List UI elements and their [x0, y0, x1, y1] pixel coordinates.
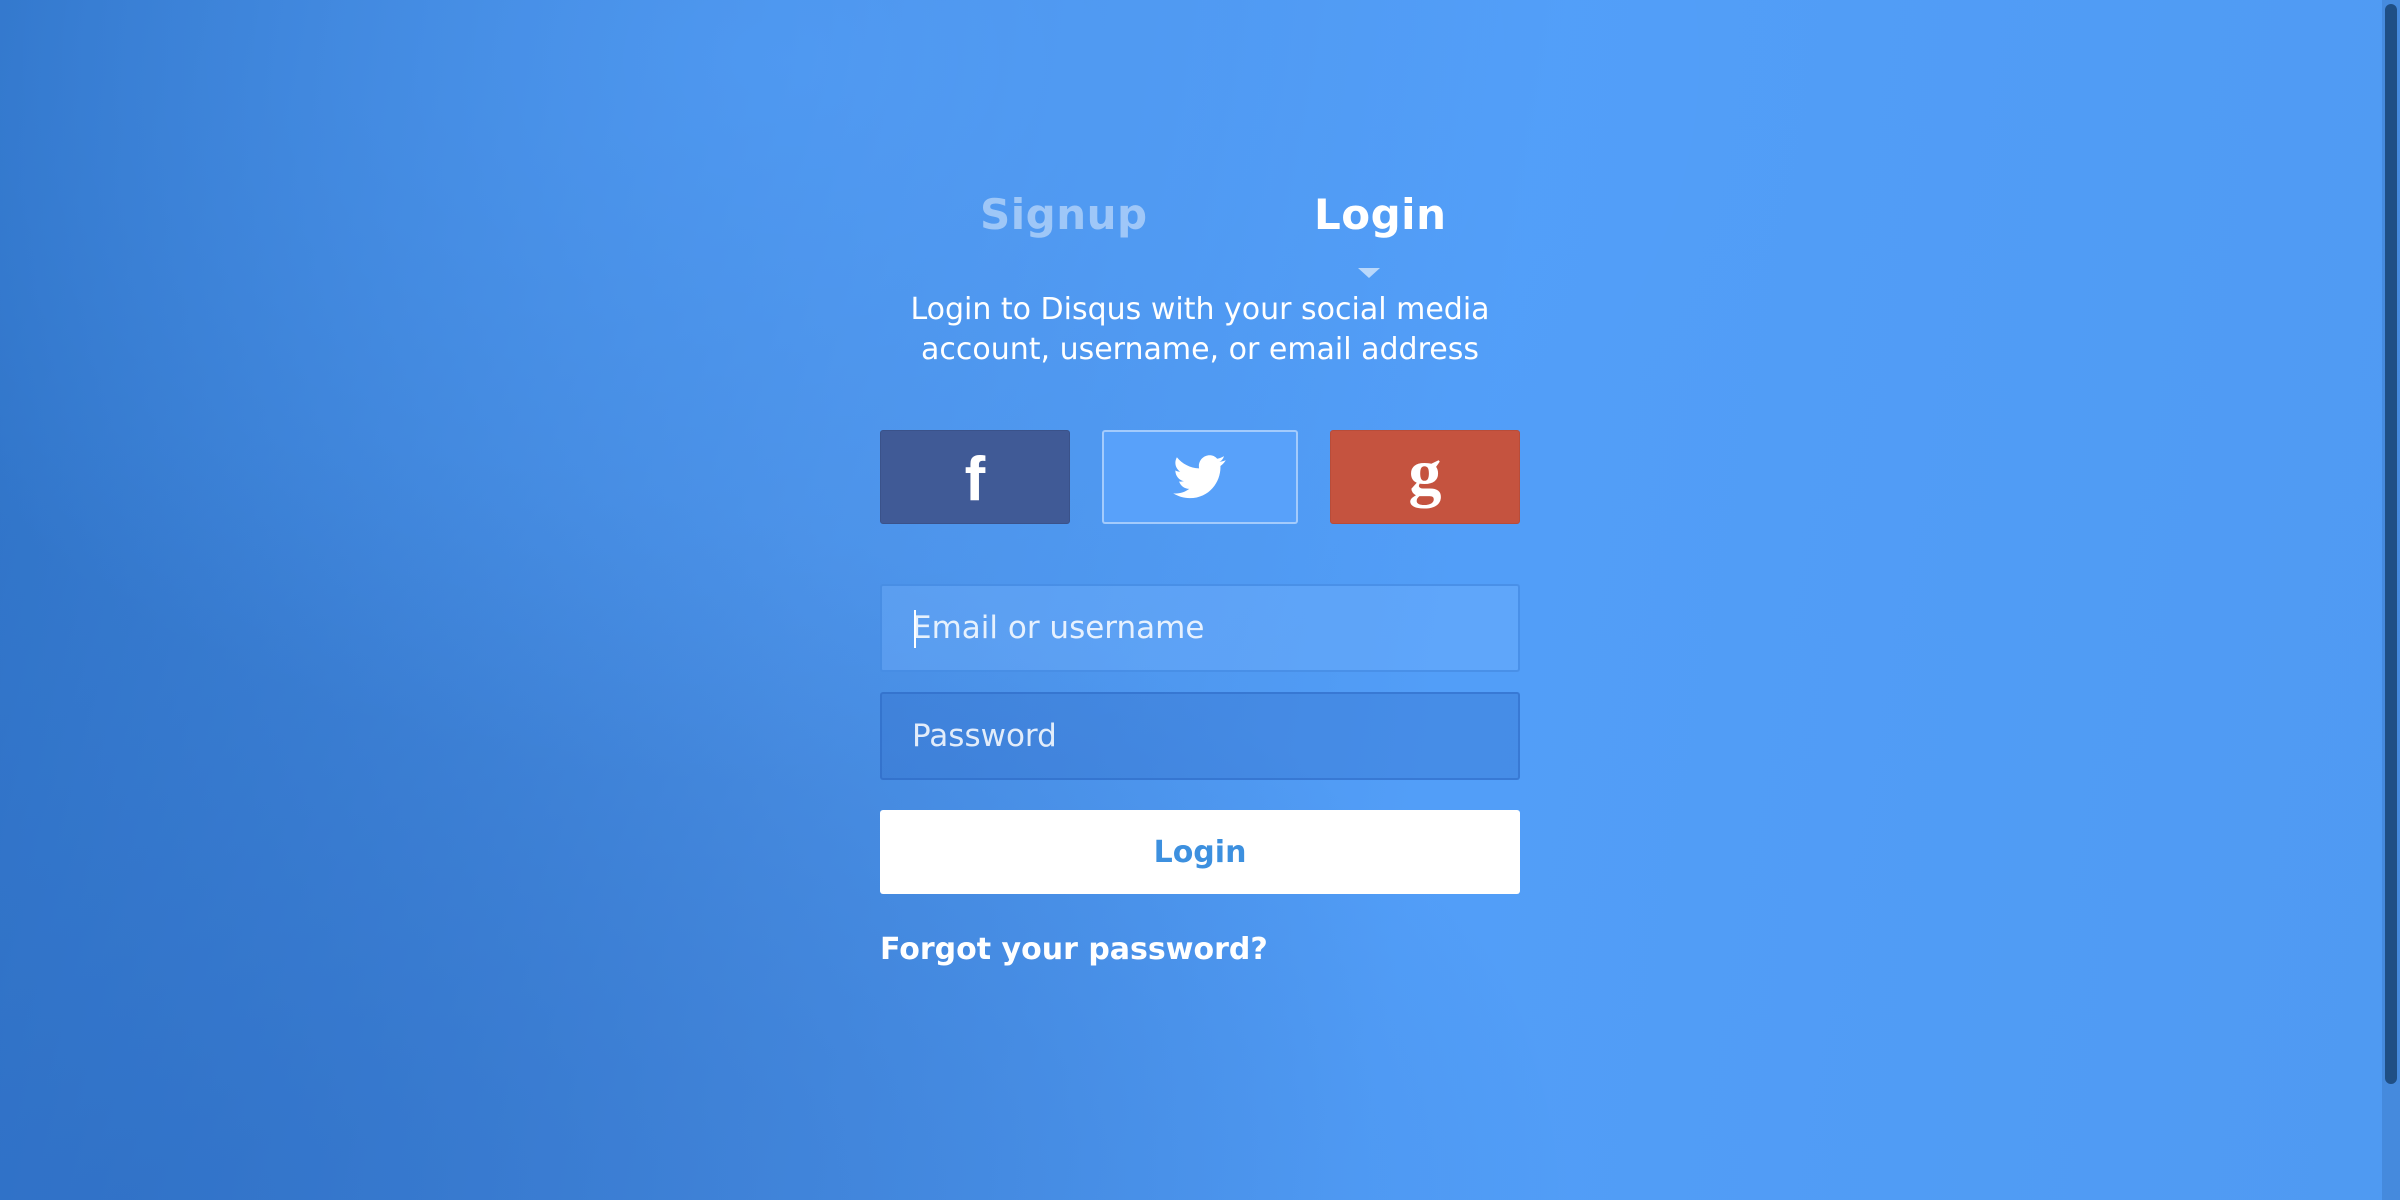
twitter-icon: [1173, 455, 1226, 499]
forgot-password-link[interactable]: Forgot your password?: [880, 932, 1268, 967]
password-placeholder: Password: [912, 718, 1057, 754]
intro-line-1: Login to Disqus with your social media: [910, 292, 1490, 327]
tab-signup[interactable]: Signup: [980, 190, 1148, 239]
google-login-button[interactable]: g: [1330, 430, 1520, 524]
active-tab-caret-icon: [1358, 268, 1380, 278]
login-button[interactable]: Login: [880, 810, 1520, 894]
email-placeholder: Email or username: [912, 610, 1205, 646]
facebook-login-button[interactable]: f: [880, 430, 1070, 524]
social-login-buttons: f g: [880, 430, 1520, 524]
login-intro-text: Login to Disqus with your social media a…: [880, 290, 1520, 370]
auth-tabs: Signup Login: [880, 180, 1520, 290]
text-cursor: [914, 610, 916, 648]
scrollbar-thumb[interactable]: [2385, 4, 2397, 1084]
facebook-icon: f: [964, 445, 986, 514]
password-field[interactable]: Password: [880, 692, 1520, 780]
intro-line-2: account, username, or email address: [920, 332, 1479, 367]
email-field[interactable]: Email or username: [880, 584, 1520, 672]
twitter-login-button[interactable]: [1102, 430, 1298, 524]
tab-login[interactable]: Login: [1314, 190, 1446, 239]
google-icon: g: [1408, 436, 1442, 509]
vertical-scrollbar[interactable]: [2382, 0, 2400, 1200]
login-panel: Signup Login Login to Disqus with your s…: [880, 180, 1520, 967]
